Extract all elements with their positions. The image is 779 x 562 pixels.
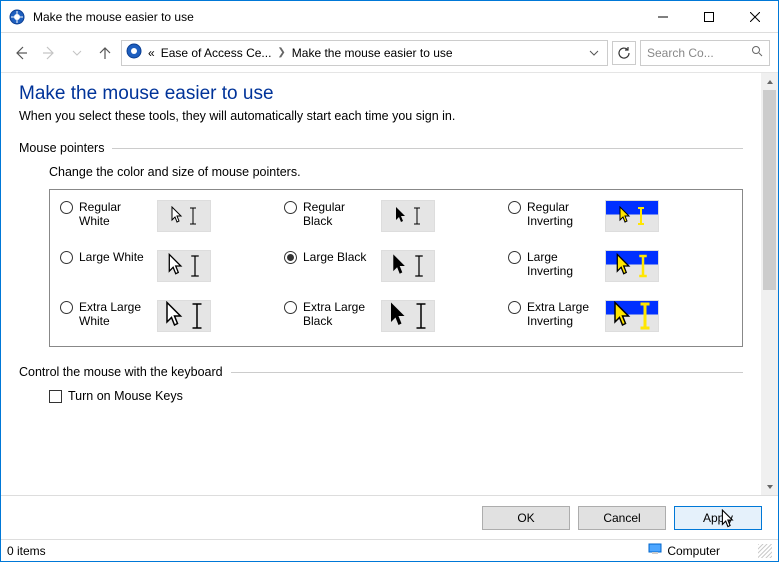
radio-extra-large-white[interactable]: Extra Large White (60, 300, 284, 332)
cursor-preview (605, 300, 659, 332)
recent-dropdown[interactable] (65, 41, 89, 65)
computer-icon (647, 543, 663, 558)
search-placeholder: Search Co... (647, 46, 714, 60)
section-description: Change the color and size of mouse point… (49, 165, 743, 179)
back-button[interactable] (9, 41, 33, 65)
radio-regular-white[interactable]: Regular White (60, 200, 284, 232)
cursor-preview (157, 250, 211, 282)
resize-grip[interactable] (758, 544, 772, 558)
refresh-button[interactable] (612, 41, 636, 65)
up-button[interactable] (93, 41, 117, 65)
radio-icon (508, 301, 521, 314)
pointer-options-group: Regular White Regular Black Regular Inve… (49, 189, 743, 347)
section-mouse-pointers-header: Mouse pointers (19, 141, 104, 155)
cursor-preview (157, 200, 211, 232)
breadcrumb-history-dropdown[interactable] (585, 48, 603, 58)
search-input[interactable]: Search Co... (640, 40, 770, 66)
scroll-down-arrow[interactable] (761, 478, 778, 495)
radio-icon (284, 251, 297, 264)
search-icon (751, 45, 763, 60)
radio-icon (284, 201, 297, 214)
cursor-preview (381, 300, 435, 332)
maximize-button[interactable] (686, 1, 732, 32)
radio-large-inverting[interactable]: Large Inverting (508, 250, 732, 282)
app-icon (9, 9, 25, 25)
divider (231, 372, 743, 373)
mouse-keys-checkbox[interactable]: Turn on Mouse Keys (49, 389, 743, 403)
radio-icon (60, 201, 73, 214)
radio-large-black[interactable]: Large Black (284, 250, 508, 282)
breadcrumb[interactable]: « Ease of Access Ce... ❯ Make the mouse … (121, 40, 608, 66)
radio-icon (508, 251, 521, 264)
cursor-preview (381, 250, 435, 282)
close-button[interactable] (732, 1, 778, 32)
scroll-thumb[interactable] (763, 90, 776, 290)
radio-icon (60, 251, 73, 264)
status-item-count: 0 items (7, 544, 46, 558)
scroll-up-arrow[interactable] (761, 73, 778, 90)
vertical-scrollbar[interactable] (761, 73, 778, 495)
radio-extra-large-inverting[interactable]: Extra Large Inverting (508, 300, 732, 332)
cursor-preview (381, 200, 435, 232)
location-icon (126, 43, 142, 62)
minimize-button[interactable] (640, 1, 686, 32)
window-title: Make the mouse easier to use (33, 10, 640, 24)
cursor-preview (605, 200, 659, 232)
ok-button[interactable]: OK (482, 506, 570, 530)
divider (112, 148, 743, 149)
forward-button[interactable] (37, 41, 61, 65)
breadcrumb-segment-2[interactable]: Make the mouse easier to use (292, 46, 453, 60)
breadcrumb-overflow: « (148, 46, 155, 60)
radio-regular-inverting[interactable]: Regular Inverting (508, 200, 732, 232)
checkbox-label: Turn on Mouse Keys (68, 389, 183, 403)
radio-icon (284, 301, 297, 314)
status-location: Computer (667, 544, 720, 558)
section-keyboard-header: Control the mouse with the keyboard (19, 365, 223, 379)
checkbox-icon (49, 390, 62, 403)
cancel-button[interactable]: Cancel (578, 506, 666, 530)
cursor-preview (157, 300, 211, 332)
radio-large-white[interactable]: Large White (60, 250, 284, 282)
radio-icon (508, 201, 521, 214)
chevron-right-icon: ❯ (277, 47, 285, 58)
radio-icon (60, 301, 73, 314)
radio-extra-large-black[interactable]: Extra Large Black (284, 300, 508, 332)
page-title: Make the mouse easier to use (19, 83, 743, 105)
page-subtitle: When you select these tools, they will a… (19, 109, 743, 123)
cursor-preview (605, 250, 659, 282)
radio-regular-black[interactable]: Regular Black (284, 200, 508, 232)
apply-button[interactable]: Apply (674, 506, 762, 530)
breadcrumb-segment-1[interactable]: Ease of Access Ce... (161, 46, 272, 60)
